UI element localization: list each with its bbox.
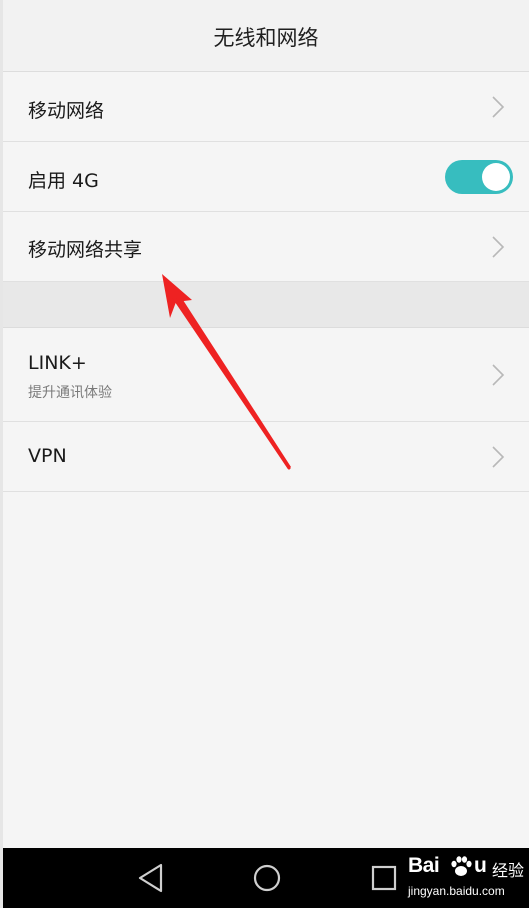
page-title: 无线和网络 <box>213 26 319 50</box>
chevron-right-icon <box>492 236 505 258</box>
watermark-brand-right: u <box>474 854 487 877</box>
chevron-right-icon <box>492 364 505 386</box>
watermark-brand-left: Bai <box>408 854 440 877</box>
row-vpn[interactable]: VPN <box>3 422 529 492</box>
row-enable-4g-label: 启用 4G <box>28 170 99 192</box>
row-mobile-network[interactable]: 移动网络 <box>3 72 529 142</box>
triangle-back-icon[interactable] <box>131 860 171 896</box>
row-mobile-network-label: 移动网络 <box>28 100 105 122</box>
chevron-right-icon <box>492 446 505 468</box>
square-recents-icon[interactable] <box>364 860 404 896</box>
circle-home-icon[interactable] <box>247 860 287 896</box>
row-tethering-label: 移动网络共享 <box>28 239 143 261</box>
row-link-plus[interactable]: LINK+ 提升通讯体验 <box>3 328 529 422</box>
row-vpn-label: VPN <box>28 445 67 467</box>
baidu-jingyan-watermark: Bai u 经验 jingyan.baidu.com <box>408 852 526 904</box>
enable-4g-toggle[interactable] <box>445 160 513 194</box>
settings-screen: 无线和网络 移动网络 启用 4G 移动网络共享 LINK+ 提升通讯体验 VPN <box>3 0 529 848</box>
watermark-brand-cn: 经验 <box>492 861 525 880</box>
row-link-plus-sublabel: 提升通讯体验 <box>28 385 112 401</box>
chevron-right-icon <box>492 96 505 118</box>
row-tethering[interactable]: 移动网络共享 <box>3 212 529 282</box>
watermark-url: jingyan.baidu.com <box>408 884 505 898</box>
toggle-knob <box>482 163 510 191</box>
baidu-paw-icon <box>451 856 472 876</box>
section-divider <box>3 282 529 328</box>
row-link-plus-label: LINK+ <box>28 352 87 374</box>
header-bar: 无线和网络 <box>3 0 529 72</box>
row-enable-4g: 启用 4G <box>3 142 529 212</box>
